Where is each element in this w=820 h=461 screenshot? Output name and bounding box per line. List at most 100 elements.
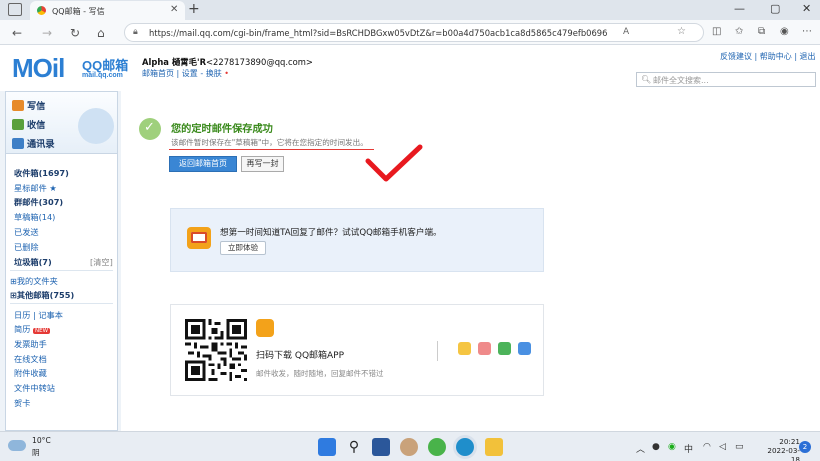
wechat-tray-icon[interactable]: ◉ xyxy=(668,442,676,452)
close-window-button[interactable]: ✕ xyxy=(802,2,811,15)
logo-text: MOil xyxy=(12,53,65,83)
folder-group-mail[interactable]: 群邮件(307) xyxy=(14,196,63,208)
temperature: 10°C xyxy=(32,436,51,445)
user-links[interactable]: 邮箱首页 | 设置 - 换肤 • xyxy=(142,68,229,79)
refresh-icon[interactable]: ↻ xyxy=(70,26,80,40)
receive-mail-button[interactable]: 收信 xyxy=(12,117,45,131)
more-menu-icon[interactable]: ⋯ xyxy=(802,26,812,37)
avatar-app-icon[interactable] xyxy=(400,438,418,456)
clear-spam-link[interactable]: [清空] xyxy=(90,256,113,268)
tool-calendar-notes[interactable]: 日历 | 记事本 xyxy=(14,309,63,321)
address-toolbar: ← → ↻ ⌂ 🔒︎ https://mail.qq.com/cgi-bin/f… xyxy=(0,20,820,45)
profile-icon[interactable]: ◉ xyxy=(780,26,789,37)
tool-file-transfer[interactable]: 文件中转站 xyxy=(14,382,55,394)
other-mailbox[interactable]: ⊞其他邮箱(755) xyxy=(10,289,74,301)
main-content: ✓ 您的定时邮件保存成功 该邮件暂时保存在"草稿箱"中，它将在您指定的时间发出。… xyxy=(121,91,820,431)
language-icon[interactable]: 中 xyxy=(684,442,693,455)
user-name: Alpha 樋霄毛'R xyxy=(142,57,207,67)
file-explorer-icon[interactable] xyxy=(485,438,503,456)
url-text[interactable]: https://mail.qq.com/cgi-bin/frame_html?s… xyxy=(149,28,607,38)
mail-search-input[interactable]: 🔍︎ 邮件全文搜索... xyxy=(636,72,816,87)
folder-sent[interactable]: 已发送 xyxy=(14,226,39,238)
try-now-button[interactable]: 立即体验 xyxy=(220,241,266,255)
app-download-card: 扫码下载 QQ邮箱APP 邮件收发，随时随地，回复邮件不错过 xyxy=(170,304,544,396)
split-screen-icon[interactable]: ◫ xyxy=(712,26,721,37)
app-store-icon[interactable] xyxy=(518,342,531,355)
folder-deleted[interactable]: 已删除 xyxy=(14,241,39,253)
qq-mail-favicon-icon xyxy=(37,6,46,15)
success-check-icon: ✓ xyxy=(139,118,161,140)
folder-inbox[interactable]: 收件箱(1697) xyxy=(14,167,69,179)
clock-date: 2022-03-18 xyxy=(767,446,800,461)
collections-icon[interactable]: ⧉ xyxy=(758,26,765,37)
mail-header: MOil QQ邮箱 mail.qq.com Alpha 樋霄毛'R<227817… xyxy=(0,45,820,91)
tab-actions-icon[interactable] xyxy=(8,3,22,16)
tool-online-docs[interactable]: 在线文档 xyxy=(14,353,47,365)
notes-app-icon[interactable] xyxy=(498,342,511,355)
logo-domain: mail.qq.com xyxy=(82,72,123,79)
wifi-icon[interactable]: ◠ xyxy=(703,442,711,452)
folder-starred[interactable]: 星标邮件 ★ xyxy=(14,182,57,194)
chevron-up-icon[interactable]: ︿ xyxy=(636,442,645,455)
search-placeholder: 邮件全文搜索... xyxy=(653,76,709,85)
calendar-app-icon[interactable] xyxy=(478,342,491,355)
sidebar-divider xyxy=(10,303,113,304)
lock-icon: 🔒︎ xyxy=(133,27,138,37)
system-clock[interactable]: 20:21 2022-03-18 xyxy=(764,437,800,461)
read-aloud-icon[interactable]: A xyxy=(623,27,629,37)
maximize-button[interactable]: ▢ xyxy=(770,2,780,15)
minimize-button[interactable]: — xyxy=(734,2,745,15)
browser-tab-bar: QQ邮箱 - 写信 ✕ + — ▢ ✕ xyxy=(0,0,820,20)
folder-drafts[interactable]: 草稿箱(14) xyxy=(14,211,55,223)
user-email: <2278173890@qq.com> xyxy=(206,57,313,67)
windows-taskbar: 10°C 阴 ⚲ ︿ ● ◉ 中 ◠ ◁ ▭ 20:21 2022-03-18 … xyxy=(0,431,820,461)
home-icon[interactable]: ⌂ xyxy=(97,26,105,40)
word-icon[interactable] xyxy=(372,438,390,456)
qq-mail-logo[interactable]: MOil QQ邮箱 mail.qq.com xyxy=(12,53,128,84)
favorite-star-icon[interactable]: ☆ xyxy=(677,26,686,37)
tool-greeting-card[interactable]: 贺卡 xyxy=(14,397,30,409)
tab-title: QQ邮箱 - 写信 xyxy=(52,7,105,16)
battery-icon[interactable]: ▭ xyxy=(735,442,744,452)
weather-condition: 阴 xyxy=(32,448,40,457)
write-another-button[interactable]: 再写一封 xyxy=(241,156,284,172)
qq-penguin-icon xyxy=(78,108,114,144)
annotation-underline xyxy=(169,149,374,150)
success-title: 您的定时邮件保存成功 xyxy=(171,124,273,135)
contacts-icon xyxy=(12,138,24,149)
notification-badge[interactable]: 2 xyxy=(799,441,811,453)
sidebar-actions: 写信 收信 通讯录 xyxy=(6,92,117,154)
contacts-button[interactable]: 通讯录 xyxy=(12,136,55,150)
compose-icon xyxy=(12,100,24,111)
search-taskbar-icon[interactable]: ⚲ xyxy=(345,438,363,456)
new-tab-button[interactable]: + xyxy=(188,1,200,17)
top-links[interactable]: 反馈建议 | 帮助中心 | 退出 xyxy=(720,51,816,62)
app-download-subtitle: 邮件收发，随时随地，回复邮件不错过 xyxy=(256,369,384,378)
edge-icon[interactable] xyxy=(456,438,474,456)
mail-app-icon[interactable] xyxy=(458,342,471,355)
compose-button[interactable]: 写信 xyxy=(12,98,45,112)
tool-resume[interactable]: 简历 NEW xyxy=(14,323,51,335)
back-to-home-button[interactable]: 返回邮箱首页 xyxy=(169,156,237,172)
tool-invoice[interactable]: 发票助手 xyxy=(14,338,47,350)
back-arrow-icon[interactable]: ← xyxy=(12,26,22,40)
tab-close-icon[interactable]: ✕ xyxy=(170,4,178,15)
success-subtitle: 该邮件暂时保存在"草稿箱"中，它将在您指定的时间发出。 xyxy=(171,138,368,147)
my-folders[interactable]: ⊞我的文件夹 xyxy=(10,275,58,287)
app-download-title: 扫码下载 QQ邮箱APP xyxy=(256,351,345,361)
mail-envelope-icon xyxy=(187,227,211,249)
divider xyxy=(437,341,438,361)
url-bar[interactable]: 🔒︎ https://mail.qq.com/cgi-bin/frame_htm… xyxy=(124,23,704,42)
speaker-icon[interactable]: ◁ xyxy=(719,442,726,452)
favorites-icon[interactable]: ✩ xyxy=(735,26,743,37)
annotation-checkmark-icon xyxy=(365,144,423,182)
browser-tab[interactable]: QQ邮箱 - 写信 ✕ xyxy=(30,1,185,20)
start-menu-icon[interactable] xyxy=(318,438,336,456)
qr-code-icon xyxy=(185,319,247,381)
ie-icon[interactable] xyxy=(428,438,446,456)
forward-arrow-icon[interactable]: → xyxy=(42,26,52,40)
qq-tray-icon[interactable]: ● xyxy=(652,442,660,452)
folder-spam[interactable]: 垃圾箱(7) xyxy=(14,256,52,268)
tool-attachments[interactable]: 附件收藏 xyxy=(14,367,47,379)
mobile-client-promo: 想第一时间知道TA回复了邮件？试试QQ邮箱手机客户端。 立即体验 xyxy=(170,208,544,272)
